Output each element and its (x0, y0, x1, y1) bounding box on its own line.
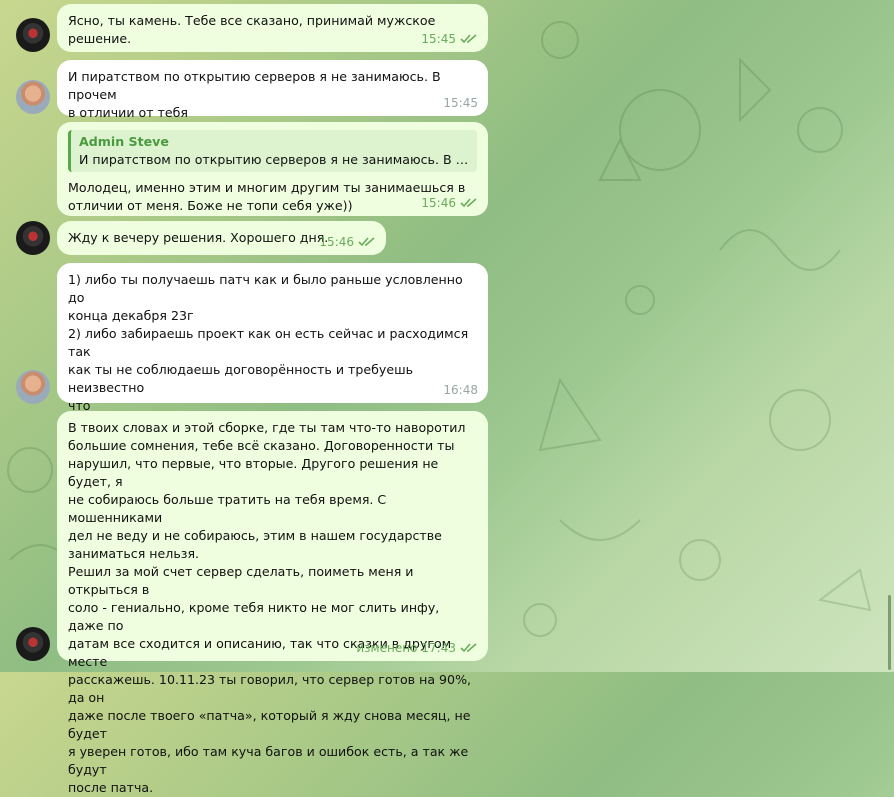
message-time: 17:43 (421, 641, 456, 655)
message-time: 15:46 (319, 235, 354, 249)
double-check-icon (460, 34, 477, 44)
message-bubble[interactable]: И пиратством по открытию серверов я не з… (57, 60, 488, 120)
reply-text: И пиратством по открытию серверов я не з… (79, 152, 471, 167)
contact-avatar[interactable] (16, 221, 50, 255)
chat-scrollbar[interactable] (888, 595, 891, 670)
message-meta: 15:46 (319, 233, 376, 251)
double-check-icon (460, 643, 477, 653)
message-text: Ясно, ты камень. Тебе все сказано, прини… (68, 13, 440, 46)
contact-avatar[interactable] (16, 627, 50, 661)
message-bubble[interactable]: Ясно, ты камень. Тебе все сказано, прини… (57, 4, 488, 52)
edited-label: изменено (356, 641, 418, 655)
message-text: Молодец, именно этим и многим другим ты … (68, 180, 466, 213)
message-time: 15:45 (443, 96, 478, 110)
contact-avatar[interactable] (16, 18, 50, 52)
double-check-icon (358, 237, 375, 247)
message-text: И пиратством по открытию серверов я не з… (68, 69, 441, 120)
user-avatar[interactable] (16, 370, 50, 404)
message-bubble[interactable]: 1) либо ты получаешь патч как и было ран… (57, 263, 488, 449)
double-check-icon (460, 198, 477, 208)
message-bubble[interactable]: Жду к вечеру решения. Хорошего дня. 15:4… (57, 221, 386, 255)
message-meta: 16:48 (443, 381, 478, 399)
message-bubble[interactable]: В твоих словах и этой сборке, где ты там… (57, 411, 488, 795)
message-time: 16:48 (443, 383, 478, 397)
chat-history[interactable]: Ясно, ты камень. Тебе все сказано, прини… (0, 0, 894, 795)
message-bubble[interactable]: Admin Steve И пиратством по открытию сер… (57, 122, 488, 216)
message-meta: 15:46 (421, 194, 478, 212)
user-avatar[interactable] (16, 80, 50, 114)
message-text: В твоих словах и этой сборке, где ты там… (68, 420, 472, 795)
reply-quote[interactable]: Admin Steve И пиратством по открытию сер… (68, 130, 477, 172)
reply-author: Admin Steve (79, 134, 169, 149)
message-meta: 15:45 (443, 94, 478, 112)
message-time: 15:45 (421, 32, 456, 46)
message-meta: изменено 17:43 (356, 639, 478, 657)
message-meta: 15:45 (421, 30, 478, 48)
message-time: 15:46 (421, 196, 456, 210)
